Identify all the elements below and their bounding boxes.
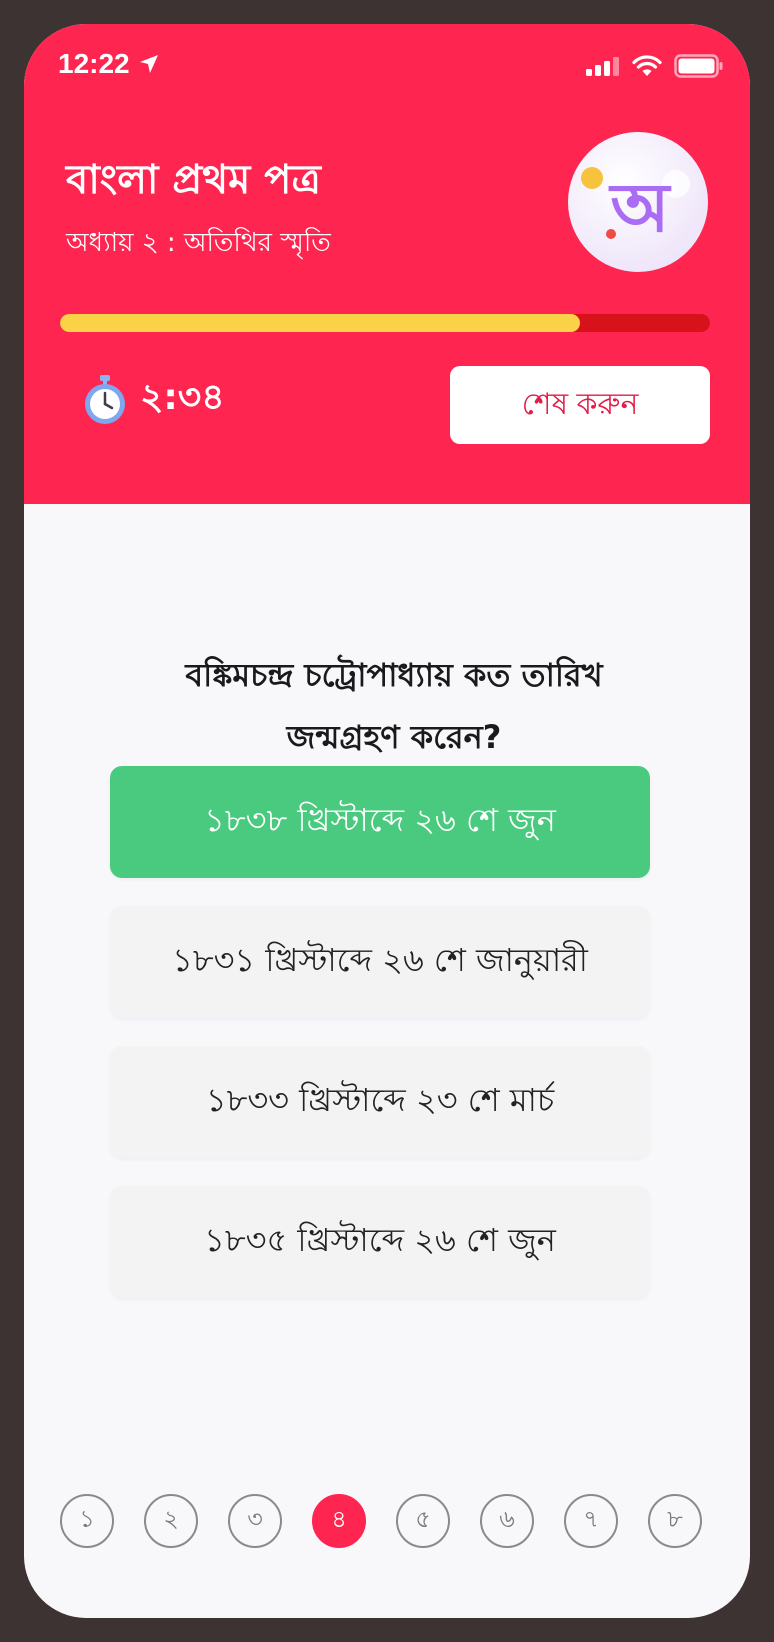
answer-option-3[interactable]: ১৮৩৩ খ্রিস্টাব্দে ২৩ শে মার্চ [110, 1046, 650, 1158]
page-dot-7[interactable]: ৭ [564, 1494, 618, 1548]
cellular-signal-icon [586, 57, 619, 76]
chapter-subtitle: অধ্যায় ২ : অতিথির স্মৃতি [66, 228, 331, 258]
page-dot-4[interactable]: ৪ [312, 1494, 366, 1548]
quiz-progress-fill [60, 314, 580, 332]
answer-option-2[interactable]: ১৮৩১ খ্রিস্টাব্দে ২৬ শে জানুয়ারী [110, 906, 650, 1018]
question-pager: ১ ২ ৩ ৪ ৫ ৬ ৭ ৮ [60, 1494, 720, 1552]
finish-button[interactable]: শেষ করুন [450, 366, 710, 444]
battery-icon [674, 54, 723, 78]
page-dot-5[interactable]: ৫ [396, 1494, 450, 1548]
wifi-icon [632, 55, 662, 76]
location-arrow-icon [139, 55, 158, 73]
avatar-glyph: অ [609, 169, 672, 248]
status-time-text: 12:22 [58, 48, 130, 79]
page-dot-8[interactable]: ৮ [648, 1494, 702, 1548]
page-dot-2[interactable]: ২ [144, 1494, 198, 1548]
page-dot-3[interactable]: ৩ [228, 1494, 282, 1548]
answer-option-4[interactable]: ১৮৩৫ খ্রিস্টাব্দে ২৬ শে জুন [110, 1186, 650, 1298]
timer-value: ২:৩৪ [140, 377, 225, 418]
status-bar-time: 12:22 [58, 48, 160, 80]
page-dot-1[interactable]: ১ [60, 1494, 114, 1548]
quiz-timer: ২:৩৪ [82, 370, 225, 430]
page-dot-6[interactable]: ৬ [480, 1494, 534, 1548]
subject-avatar: অ [568, 132, 708, 272]
quiz-progress-bar [60, 314, 710, 332]
stopwatch-icon [85, 375, 125, 424]
question-text: বঙ্কিমচন্দ্র চট্রোপাধ্যায় কত তারিখ জন্ম… [185, 656, 603, 756]
answer-option-1[interactable]: ১৮৩৮ খ্রিস্টাব্দে ২৬ শে জুন [110, 766, 650, 878]
status-bar-indicators [586, 54, 724, 78]
subject-title: বাংলা প্রথম পত্র [66, 157, 321, 203]
bangla-letter-icon: অ [581, 167, 690, 248]
quiz-header: 12:22 বাংলা প্রথম পত্র অধ্যায় ২: অতিথি… [24, 24, 750, 504]
phone-screen: 12:22 বাংলা প্রথম পত্র অধ্যায় ২: অতিথি… [24, 24, 750, 1618]
